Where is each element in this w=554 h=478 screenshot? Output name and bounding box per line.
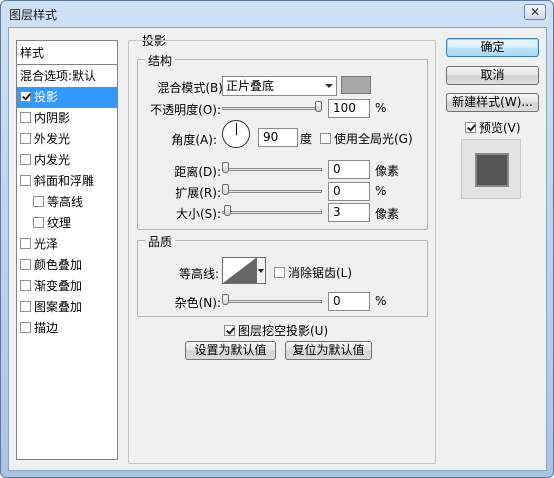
style-list-item[interactable]: 斜面和浮雕 bbox=[17, 171, 117, 192]
style-list-item[interactable]: 外发光 bbox=[17, 129, 117, 150]
checkbox-icon[interactable] bbox=[20, 238, 31, 249]
style-list: 样式 混合选项:默认投影内阴影外发光内发光斜面和浮雕等高线纹理光泽颜色叠加渐变叠… bbox=[16, 40, 118, 460]
style-preview bbox=[461, 139, 521, 199]
style-list-item-label: 描边 bbox=[34, 321, 59, 335]
checkbox-icon[interactable] bbox=[20, 322, 31, 333]
style-list-item-label: 渐变叠加 bbox=[34, 279, 83, 293]
checkbox-icon[interactable] bbox=[20, 259, 31, 270]
checkbox-icon[interactable] bbox=[20, 280, 31, 291]
title-bar[interactable]: 图层样式 ✕ bbox=[1, 1, 553, 26]
checkbox-icon[interactable] bbox=[20, 175, 31, 186]
checkbox-icon[interactable] bbox=[20, 91, 31, 102]
style-list-item-label: 颜色叠加 bbox=[34, 258, 83, 272]
checkbox-icon[interactable] bbox=[20, 301, 31, 312]
checkbox-icon[interactable] bbox=[33, 196, 44, 207]
cancel-button[interactable]: 取消 bbox=[446, 66, 539, 85]
preview-swatch bbox=[477, 155, 507, 185]
preview-checkbox[interactable]: 预览(V) bbox=[465, 119, 521, 136]
style-list-item[interactable]: 内发光 bbox=[17, 150, 117, 171]
style-list-header[interactable]: 样式 bbox=[17, 41, 117, 65]
layer-style-dialog: 图层样式 ✕ 样式 混合选项:默认投影内阴影外发光内发光斜面和浮雕等高线纹理光泽… bbox=[0, 0, 554, 478]
style-list-item[interactable]: 内阴影 bbox=[17, 108, 117, 129]
close-icon: ✕ bbox=[529, 5, 541, 19]
style-list-item[interactable]: 光泽 bbox=[17, 234, 117, 255]
style-list-item-label: 内阴影 bbox=[34, 111, 71, 125]
style-list-item[interactable]: 图案叠加 bbox=[17, 297, 117, 318]
style-list-item[interactable]: 颜色叠加 bbox=[17, 255, 117, 276]
style-list-item[interactable]: 描边 bbox=[17, 318, 117, 339]
effect-panel bbox=[128, 40, 436, 464]
style-list-item[interactable]: 等高线 bbox=[17, 192, 117, 213]
style-list-item-label: 投影 bbox=[34, 90, 59, 104]
style-list-item[interactable]: 混合选项:默认 bbox=[17, 66, 117, 87]
checkbox-icon[interactable] bbox=[20, 154, 31, 165]
style-list-item-label: 内发光 bbox=[34, 153, 71, 167]
checkbox-icon[interactable] bbox=[20, 112, 31, 123]
style-list-item-label: 纹理 bbox=[47, 216, 72, 230]
style-list-item[interactable]: 纹理 bbox=[17, 213, 117, 234]
style-list-item[interactable]: 渐变叠加 bbox=[17, 276, 117, 297]
style-list-item-label: 光泽 bbox=[34, 237, 59, 251]
ok-button[interactable]: 确定 bbox=[446, 38, 539, 57]
preview-check-icon bbox=[465, 122, 476, 133]
style-list-item-label: 斜面和浮雕 bbox=[34, 174, 95, 188]
dialog-body: 样式 混合选项:默认投影内阴影外发光内发光斜面和浮雕等高线纹理光泽颜色叠加渐变叠… bbox=[8, 27, 547, 471]
style-list-item[interactable]: 投影 bbox=[17, 87, 117, 108]
preview-label: 预览(V) bbox=[479, 121, 521, 135]
close-button[interactable]: ✕ bbox=[524, 4, 546, 20]
new-style-button[interactable]: 新建样式(W)... bbox=[446, 93, 539, 112]
style-list-item-label: 等高线 bbox=[47, 195, 84, 209]
style-list-item-label: 图案叠加 bbox=[34, 300, 83, 314]
style-list-item-label: 混合选项:默认 bbox=[20, 69, 97, 83]
style-list-item-label: 外发光 bbox=[34, 132, 71, 146]
checkbox-icon[interactable] bbox=[20, 133, 31, 144]
checkbox-icon[interactable] bbox=[33, 217, 44, 228]
window-title: 图层样式 bbox=[9, 8, 58, 22]
